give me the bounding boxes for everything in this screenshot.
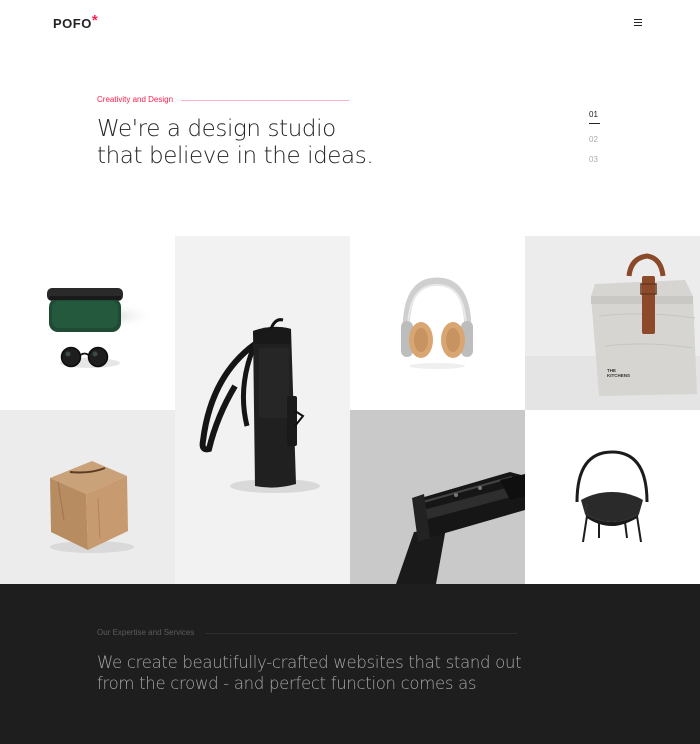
site-header: POFO* <box>0 0 700 48</box>
sunglasses-case-image <box>47 288 157 368</box>
bag-print: THE KITCHENS <box>607 368 631 378</box>
portfolio-item-chair[interactable] <box>525 410 700 584</box>
services-text-line-1: We create beautifully-crafted websites t… <box>97 653 522 672</box>
hero-title: We're a design studio that believe in th… <box>97 116 427 170</box>
slider-pagination: 01 02 03 <box>589 110 600 175</box>
logo-text: POFO <box>53 16 92 31</box>
portfolio-item-backpack[interactable] <box>175 236 350 584</box>
hero-title-line-1: We're a design studio <box>97 116 336 142</box>
logo-star: * <box>91 12 99 29</box>
services-description: We create beautifully-crafted websites t… <box>97 652 657 694</box>
services-section: Our Expertise and Services We create bea… <box>0 584 700 744</box>
wooden-cube-image <box>50 461 134 553</box>
backpack-image <box>199 318 320 493</box>
services-kicker-divider <box>205 633 517 634</box>
slide-number-3[interactable]: 03 <box>589 155 600 164</box>
portfolio-item-smartwatch[interactable] <box>350 410 525 584</box>
services-text-line-2: from the crowd - and perfect function co… <box>97 674 477 693</box>
hero-kicker-divider <box>181 100 349 101</box>
portfolio-item-wooden-cube[interactable] <box>0 410 175 584</box>
hero-title-line-2: that believe in the ideas. <box>97 143 374 169</box>
chair-image <box>575 450 649 543</box>
smartwatch-image <box>396 472 525 584</box>
portfolio-item-paper-bag[interactable]: THE KITCHENS <box>525 236 700 410</box>
portfolio-item-headphones[interactable] <box>350 236 525 410</box>
headphones-image <box>401 277 473 369</box>
paper-bag-image <box>525 253 700 410</box>
portfolio-grid: THE KITCHENS <box>0 236 700 584</box>
hero-section: Creativity and Design We're a design stu… <box>0 48 700 236</box>
portfolio-item-sunglasses[interactable] <box>0 236 175 410</box>
slide-number-2[interactable]: 02 <box>589 135 600 144</box>
slide-number-1[interactable]: 01 <box>589 110 600 124</box>
services-kicker: Our Expertise and Services <box>97 628 195 637</box>
hamburger-menu-icon[interactable] <box>632 17 644 27</box>
logo[interactable]: POFO* <box>53 12 99 32</box>
hero-kicker: Creativity and Design <box>97 95 174 104</box>
